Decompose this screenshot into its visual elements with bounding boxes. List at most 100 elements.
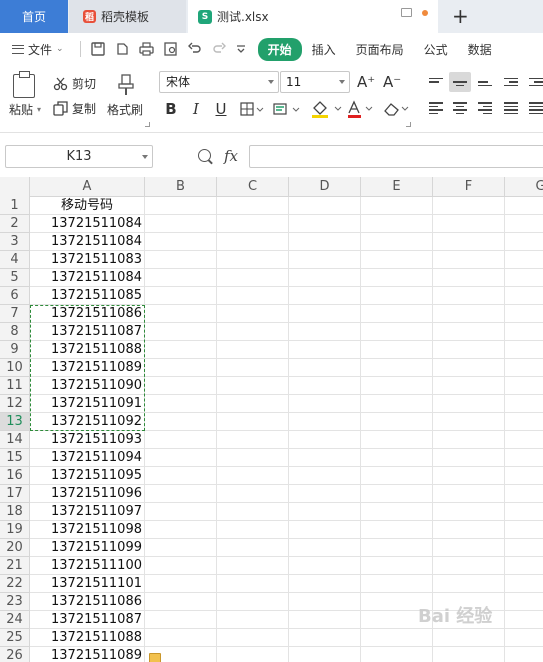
tab-active-workbook[interactable]: S 测试.xlsx [188,0,438,33]
cell-b10[interactable] [145,359,217,377]
cell-f5[interactable] [433,269,505,287]
increase-indent-button[interactable] [525,72,543,92]
column-header-d[interactable]: D [289,177,361,197]
cell-g11[interactable] [505,377,543,395]
cell-f16[interactable] [433,467,505,485]
cell-g23[interactable] [505,593,543,611]
column-header-c[interactable]: C [217,177,289,197]
bold-button[interactable]: B [163,98,179,120]
row-header[interactable]: 5 [0,269,30,287]
new-tab-plus-icon[interactable]: + [452,4,469,28]
cell-e17[interactable] [361,485,433,503]
cell-c16[interactable] [217,467,289,485]
cell-b5[interactable] [145,269,217,287]
align-middle-button[interactable] [449,72,471,92]
row-header[interactable]: 19 [0,521,30,539]
save-icon[interactable] [90,42,105,56]
column-header-e[interactable]: E [361,177,433,197]
row-header[interactable]: 16 [0,467,30,485]
cell-a1[interactable]: 移动号码 [30,197,145,215]
cell-e15[interactable] [361,449,433,467]
cell-b22[interactable] [145,575,217,593]
insert-function-button[interactable]: fx [224,147,238,165]
cell-c4[interactable] [217,251,289,269]
cell-d1[interactable] [289,197,361,215]
cell-a17[interactable]: 13721511096 [30,485,145,503]
cell-d26[interactable] [289,647,361,662]
cell-c24[interactable] [217,611,289,629]
cell-f4[interactable] [433,251,505,269]
cell-g1[interactable] [505,197,543,215]
name-box[interactable]: K13 [5,145,153,168]
cell-c7[interactable] [217,305,289,323]
cell-d13[interactable] [289,413,361,431]
cell-b11[interactable] [145,377,217,395]
cell-e1[interactable] [361,197,433,215]
cell-g13[interactable] [505,413,543,431]
cell-e18[interactable] [361,503,433,521]
cell-d17[interactable] [289,485,361,503]
row-header[interactable]: 4 [0,251,30,269]
cell-e9[interactable] [361,341,433,359]
cell-f22[interactable] [433,575,505,593]
cell-b15[interactable] [145,449,217,467]
row-header[interactable]: 22 [0,575,30,593]
row-header[interactable]: 24 [0,611,30,629]
cell-f3[interactable] [433,233,505,251]
cell-g5[interactable] [505,269,543,287]
cell-a7[interactable]: 13721511086 [30,305,145,323]
cell-b18[interactable] [145,503,217,521]
cell-a12[interactable]: 13721511091 [30,395,145,413]
cell-g22[interactable] [505,575,543,593]
copy-button[interactable]: 复制 [53,100,96,117]
cell-d15[interactable] [289,449,361,467]
cell-e2[interactable] [361,215,433,233]
undo-icon[interactable] [187,42,202,56]
column-header-b[interactable]: B [145,177,217,197]
cell-d22[interactable] [289,575,361,593]
print-preview-icon[interactable] [163,42,178,56]
cell-d7[interactable] [289,305,361,323]
format-painter-icon[interactable] [116,74,136,96]
cell-a14[interactable]: 13721511093 [30,431,145,449]
tab-home[interactable]: 首页 [0,0,68,33]
cell-c9[interactable] [217,341,289,359]
align-center-button[interactable] [449,98,471,118]
cell-f6[interactable] [433,287,505,305]
shrink-font-button[interactable]: A⁻ [383,73,401,91]
cell-d8[interactable] [289,323,361,341]
cell-a9[interactable]: 13721511088 [30,341,145,359]
cell-b16[interactable] [145,467,217,485]
cell-c15[interactable] [217,449,289,467]
align-right-button[interactable] [474,98,496,118]
cell-b13[interactable] [145,413,217,431]
cell-e14[interactable] [361,431,433,449]
align-top-button[interactable] [425,72,447,92]
cell-g7[interactable] [505,305,543,323]
paste-icon[interactable] [13,71,35,98]
file-menu-button[interactable]: 文件 ⌄ [12,41,64,58]
cell-a20[interactable]: 13721511099 [30,539,145,557]
row-header[interactable]: 13 [0,413,30,431]
cell-f21[interactable] [433,557,505,575]
clear-format-button[interactable] [381,98,411,120]
borders-button[interactable] [238,98,266,120]
cell-c12[interactable] [217,395,289,413]
cell-f1[interactable] [433,197,505,215]
cell-f19[interactable] [433,521,505,539]
cell-e6[interactable] [361,287,433,305]
cell-c14[interactable] [217,431,289,449]
cell-c26[interactable] [217,647,289,662]
cell-e22[interactable] [361,575,433,593]
cell-e25[interactable] [361,629,433,647]
cell-d18[interactable] [289,503,361,521]
cell-d2[interactable] [289,215,361,233]
cell-b14[interactable] [145,431,217,449]
cell-style-button[interactable] [272,98,302,120]
cell-c2[interactable] [217,215,289,233]
font-name-select[interactable]: 宋体 [159,71,279,93]
cell-g26[interactable] [505,647,543,662]
cell-e5[interactable] [361,269,433,287]
cell-c21[interactable] [217,557,289,575]
customize-toolbar-icon[interactable] [236,43,246,55]
